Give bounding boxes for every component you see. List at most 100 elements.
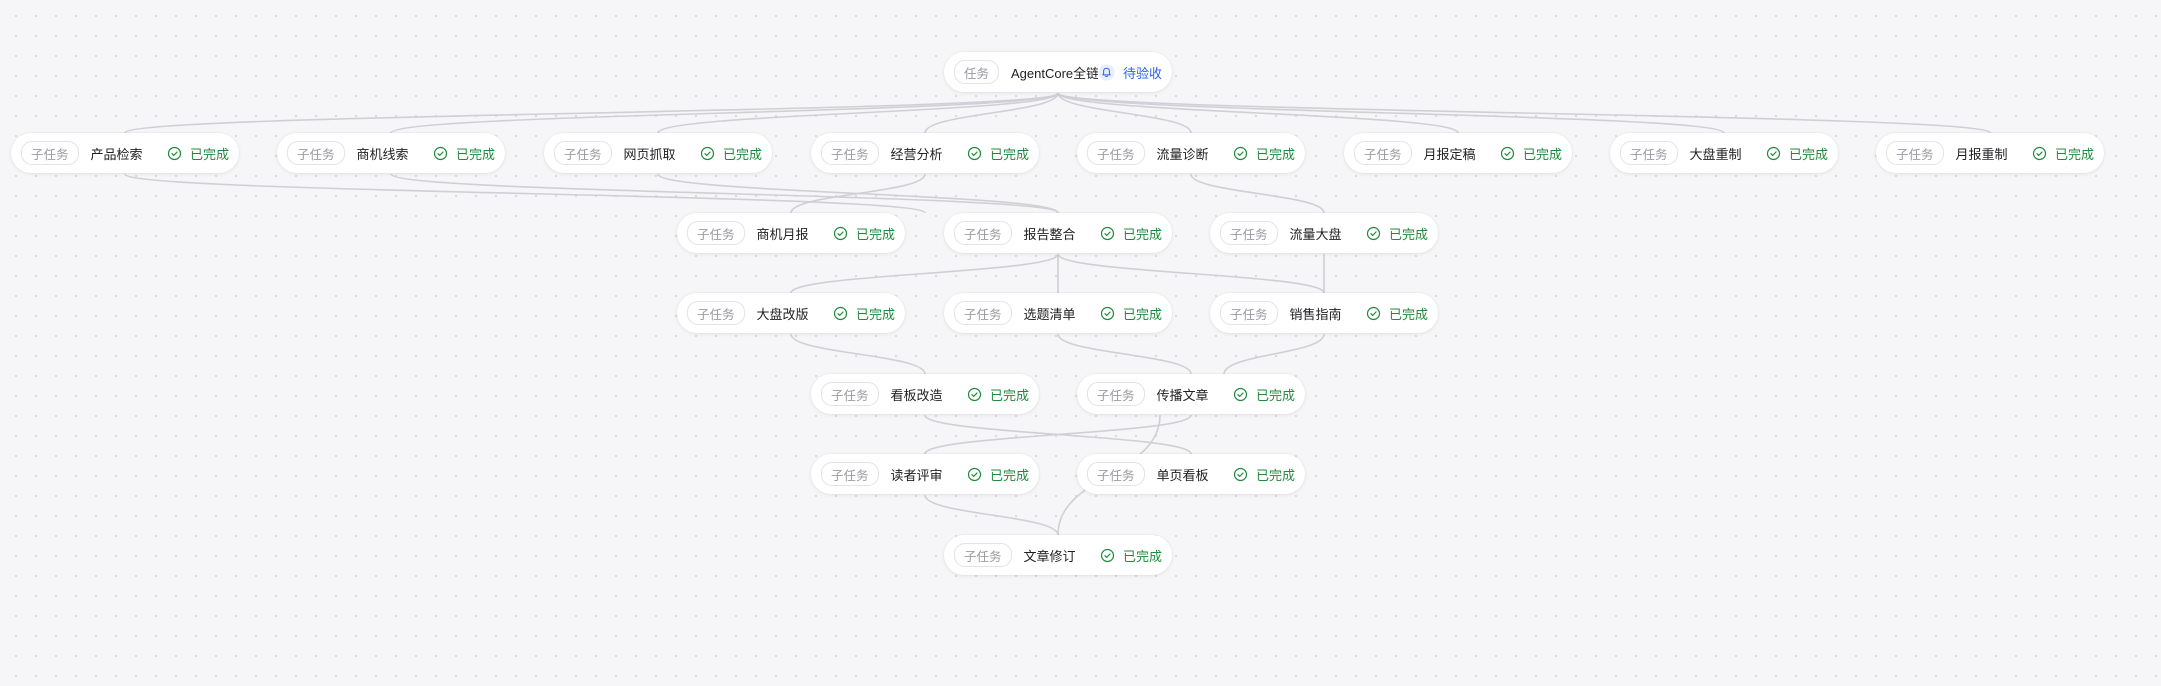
subtask-name: 月报重制 [1955, 146, 2008, 162]
subtask-name: 报告整合 [1023, 226, 1076, 242]
subtask-node-大盘重制[interactable]: 子任务 大盘重制 已完成 [1610, 133, 1838, 173]
check-circle-icon [833, 306, 848, 320]
edge-line [390, 173, 1059, 214]
check-circle-icon [433, 146, 448, 160]
subtask-tag: 子任务 [1886, 141, 1944, 165]
subtask-name: 商机线索 [356, 146, 409, 162]
task-name: AgentCore全链... [1011, 65, 1098, 81]
status-label: 已完成 [189, 146, 229, 162]
subtask-tag: 子任务 [687, 301, 745, 325]
edge-line [1057, 92, 1725, 134]
subtask-tag: 子任务 [1087, 462, 1145, 486]
check-circle-icon [1233, 467, 1248, 481]
edge-line [1190, 173, 1325, 214]
check-circle-icon [1366, 226, 1381, 240]
check-circle-icon [1100, 548, 1115, 562]
subtask-name: 文章修订 [1023, 548, 1076, 564]
subtask-name: 大盘改版 [756, 306, 809, 322]
subtask-node-流量诊断[interactable]: 子任务 流量诊断 已完成 [1077, 133, 1305, 173]
status-badge: 已完成 [433, 144, 495, 163]
status-badge: 已完成 [700, 144, 762, 163]
status-label: 已完成 [1388, 306, 1428, 322]
status-label: 已完成 [1122, 548, 1162, 564]
check-circle-icon [2032, 146, 2047, 160]
status-badge: 已完成 [1100, 546, 1162, 565]
subtask-node-流量大盘[interactable]: 子任务 流量大盘 已完成 [1210, 213, 1438, 253]
status-badge: 已完成 [1500, 144, 1562, 163]
subtask-tag: 子任务 [1354, 141, 1412, 165]
check-circle-icon [1500, 146, 1515, 160]
status-badge: 已完成 [967, 385, 1029, 404]
edge-line [124, 92, 1059, 134]
check-circle-icon [967, 467, 982, 481]
status-badge: 已完成 [1100, 304, 1162, 323]
subtask-node-看板改造[interactable]: 子任务 看板改造 已完成 [811, 374, 1039, 414]
subtask-node-单页看板[interactable]: 子任务 单页看板 已完成 [1077, 454, 1305, 494]
root-task-node[interactable]: 任务 AgentCore全链... 待验收 [944, 52, 1172, 92]
edge-line [790, 253, 1059, 294]
subtask-name: 流量大盘 [1289, 226, 1342, 242]
status-badge: 已完成 [1100, 224, 1162, 243]
subtask-tag: 子任务 [954, 221, 1012, 245]
status-badge: 已完成 [967, 144, 1029, 163]
subtask-node-商机月报[interactable]: 子任务 商机月报 已完成 [677, 213, 905, 253]
check-circle-icon [1100, 306, 1115, 320]
subtask-name: 流量诊断 [1156, 146, 1209, 162]
subtask-node-报告整合[interactable]: 子任务 报告整合 已完成 [944, 213, 1172, 253]
status-label: 已完成 [722, 146, 762, 162]
subtask-node-产品检索[interactable]: 子任务 产品检索 已完成 [11, 133, 239, 173]
subtask-name: 读者评审 [890, 467, 943, 483]
subtask-tag: 子任务 [821, 141, 879, 165]
check-circle-icon [1366, 306, 1381, 320]
status-badge: 已完成 [833, 304, 895, 323]
subtask-name: 销售指南 [1289, 306, 1342, 322]
status-label: 已完成 [2054, 146, 2094, 162]
status-label: 已完成 [1388, 226, 1428, 242]
check-circle-icon [967, 387, 982, 401]
status-label: 已完成 [855, 306, 895, 322]
check-circle-icon [700, 146, 715, 160]
subtask-node-网页抓取[interactable]: 子任务 网页抓取 已完成 [544, 133, 772, 173]
status-badge: 已完成 [1766, 144, 1828, 163]
edge-line [1057, 333, 1192, 375]
subtask-name: 月报定稿 [1423, 146, 1476, 162]
subtask-node-销售指南[interactable]: 子任务 销售指南 已完成 [1210, 293, 1438, 333]
subtask-node-选题清单[interactable]: 子任务 选题清单 已完成 [944, 293, 1172, 333]
status-label: 已完成 [1255, 387, 1295, 403]
subtask-node-月报定稿[interactable]: 子任务 月报定稿 已完成 [1344, 133, 1572, 173]
status-badge: 已完成 [1233, 385, 1295, 404]
task-tag: 任务 [954, 60, 1000, 84]
status-label: 待验收 [1122, 65, 1162, 81]
status-label: 已完成 [1255, 146, 1295, 162]
subtask-name: 商机月报 [756, 226, 809, 242]
subtask-tag: 子任务 [687, 221, 745, 245]
subtask-name: 看板改造 [890, 387, 943, 403]
subtask-tag: 子任务 [954, 301, 1012, 325]
edge-line [790, 173, 926, 214]
status-label: 已完成 [989, 467, 1029, 483]
subtask-node-大盘改版[interactable]: 子任务 大盘改版 已完成 [677, 293, 905, 333]
subtask-node-文章修订[interactable]: 子任务 文章修订 已完成 [944, 535, 1172, 575]
status-badge: 已完成 [833, 224, 895, 243]
edge-line [1057, 92, 1991, 134]
edge-line [924, 494, 1059, 536]
subtask-name: 产品检索 [90, 146, 143, 162]
subtask-tag: 子任务 [821, 382, 879, 406]
subtask-tag: 子任务 [1220, 221, 1278, 245]
subtask-node-月报重制[interactable]: 子任务 月报重制 已完成 [1876, 133, 2104, 173]
subtask-node-读者评审[interactable]: 子任务 读者评审 已完成 [811, 454, 1039, 494]
status-badge: 已完成 [1366, 304, 1428, 323]
check-circle-icon [167, 146, 182, 160]
subtask-node-商机线索[interactable]: 子任务 商机线索 已完成 [277, 133, 505, 173]
status-label: 已完成 [1788, 146, 1828, 162]
task-status: 待验收 [1098, 63, 1162, 82]
check-circle-icon [967, 146, 982, 160]
subtask-name: 选题清单 [1023, 306, 1076, 322]
subtask-tag: 子任务 [554, 141, 612, 165]
edge-line [790, 333, 926, 375]
status-badge: 已完成 [1233, 144, 1295, 163]
subtask-node-经营分析[interactable]: 子任务 经营分析 已完成 [811, 133, 1039, 173]
bell-icon [1098, 63, 1115, 81]
status-badge: 已完成 [967, 465, 1029, 484]
subtask-node-传播文章[interactable]: 子任务 传播文章 已完成 [1077, 374, 1305, 414]
